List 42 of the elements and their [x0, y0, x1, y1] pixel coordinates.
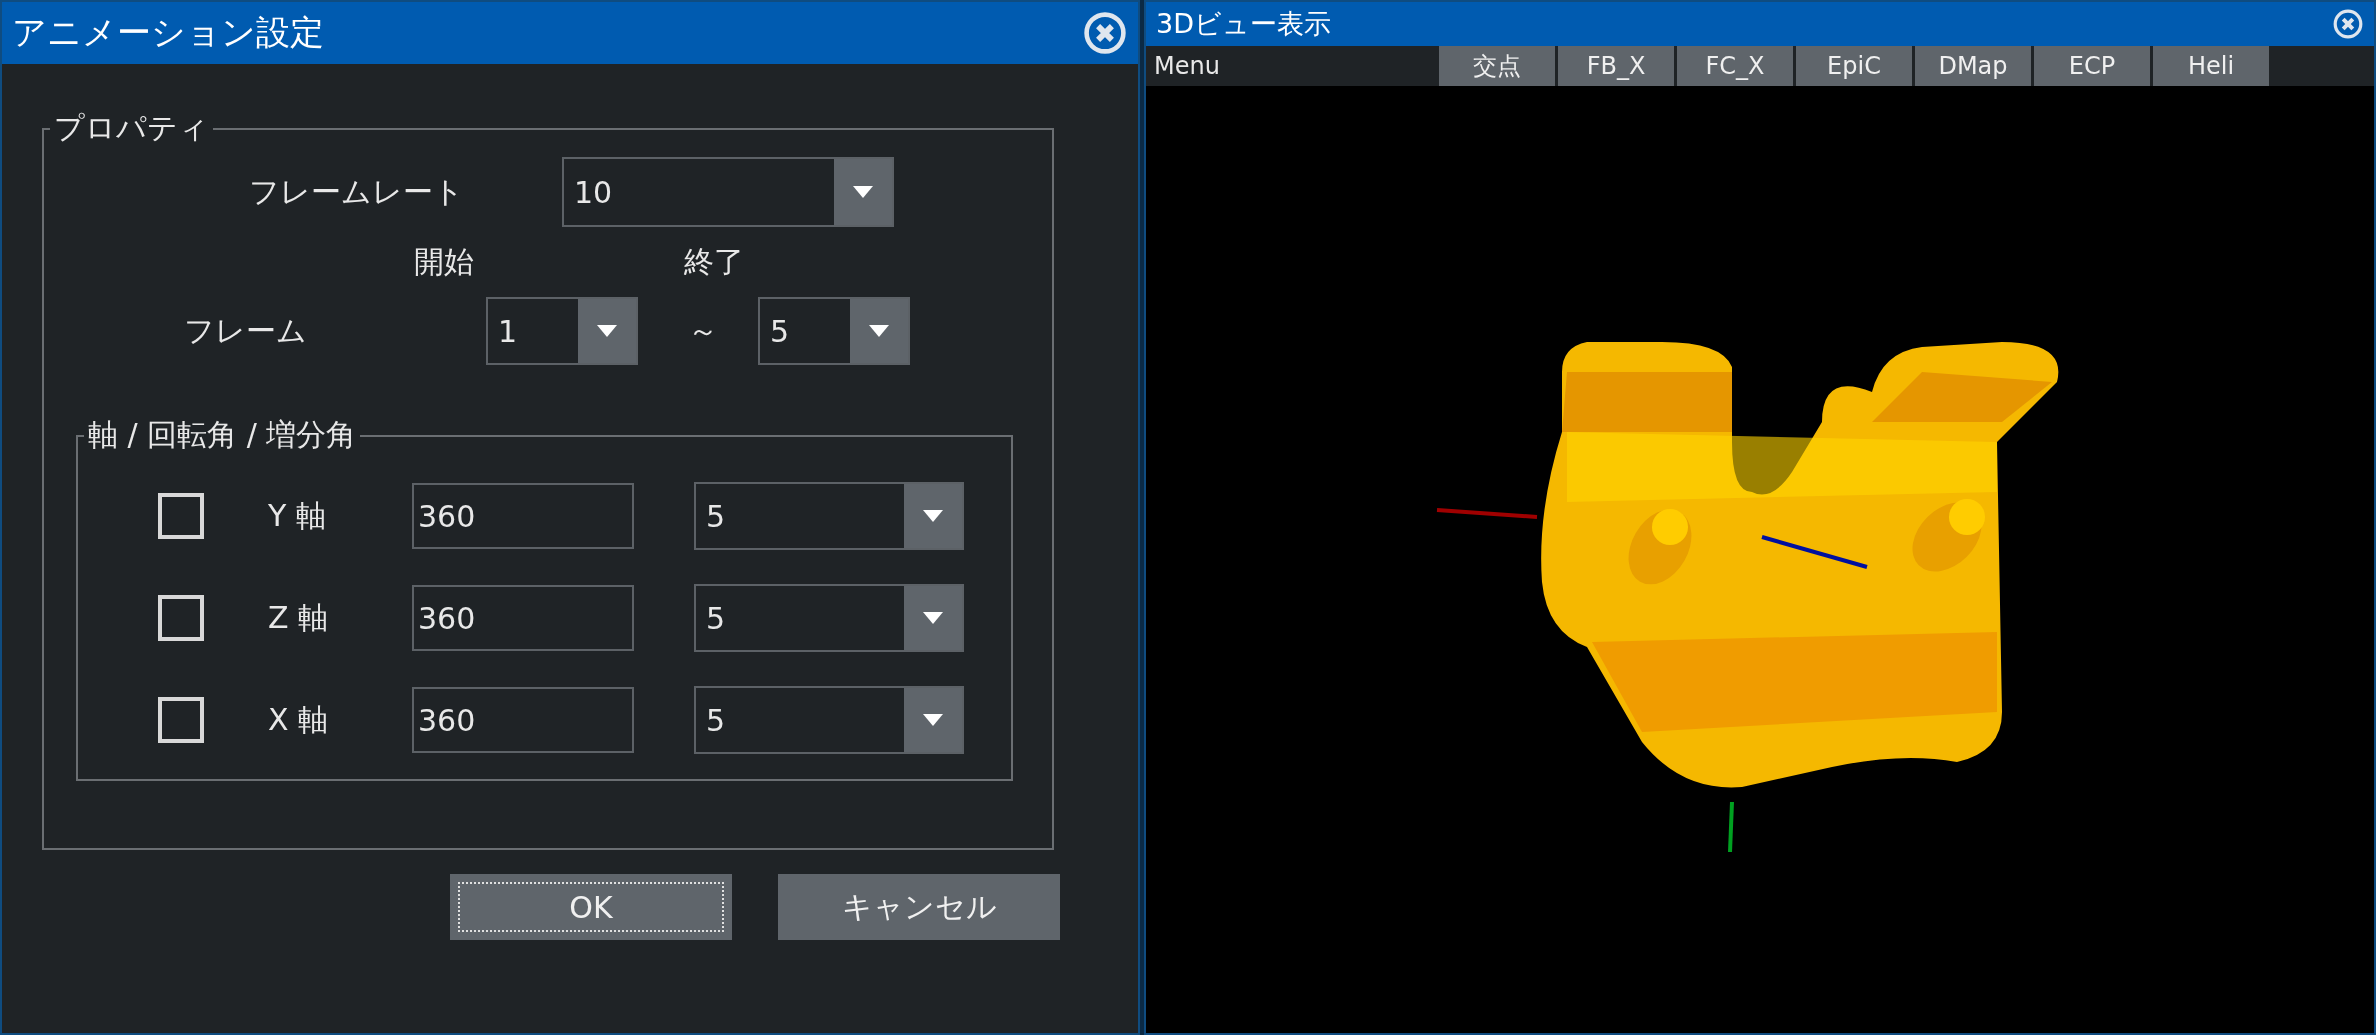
checkbox[interactable] [158, 697, 204, 743]
toolbar-button[interactable]: FC_X [1677, 46, 1793, 86]
dropdown-arrow-icon [597, 325, 617, 337]
axis-label: X 軸 [268, 700, 330, 739]
dialog-button[interactable]: キャンセル [778, 874, 1060, 940]
range-separator: ～ [688, 311, 718, 350]
angle-input-field[interactable]: 360 [412, 585, 634, 651]
axis-label: Y 軸 [268, 496, 327, 535]
toolbar-button[interactable]: ECP [2034, 46, 2150, 86]
dialog-button[interactable]: OK [450, 874, 732, 940]
angle-input-field[interactable]: 360 [412, 483, 634, 549]
toolbar-button[interactable]: 交点 [1439, 46, 1555, 86]
close-icon[interactable] [1082, 10, 1128, 56]
increment-dropdown[interactable]: 5 [694, 584, 964, 652]
frame-rate-dropdown[interactable]: 10 [562, 157, 894, 227]
group-title: 軸 / 回転角 / 増分角 [87, 416, 358, 454]
start-frame-dropdown[interactable]: 1 [486, 297, 638, 365]
toolbar-button[interactable]: DMap [1915, 46, 2031, 86]
close-icon[interactable] [2332, 8, 2364, 40]
increment-dropdown[interactable]: 5 [694, 686, 964, 754]
dropdown-arrow-icon [869, 325, 889, 337]
checkbox[interactable] [158, 595, 204, 641]
dropdown-arrow-icon [853, 186, 873, 198]
toolbar-button[interactable]: FB_X [1558, 46, 1674, 86]
toolbar-button[interactable]: EpiC [1796, 46, 1912, 86]
dropdown-arrow-icon [923, 612, 943, 624]
end-frame-dropdown[interactable]: 5 [758, 297, 910, 365]
window-title: 3Dビュー表示 [1156, 7, 1331, 41]
window-title: アニメーション設定 [12, 11, 324, 54]
toolbar-button[interactable]: Heli [2153, 46, 2269, 86]
column-heading: 終了 [684, 242, 744, 281]
frame-label: フレーム [184, 311, 308, 350]
angle-input-field[interactable]: 360 [412, 687, 634, 753]
frame-rate-label: フレームレート [248, 172, 464, 211]
dropdown-arrow-icon [923, 714, 943, 726]
checkbox[interactable] [158, 493, 204, 539]
group-title: プロパティ [53, 109, 210, 147]
column-heading: 開始 [414, 242, 474, 281]
menu-label[interactable]: Menu [1146, 46, 1436, 86]
increment-dropdown[interactable]: 5 [694, 482, 964, 550]
axis-label: Z 軸 [268, 598, 330, 637]
dropdown-arrow-icon [923, 510, 943, 522]
